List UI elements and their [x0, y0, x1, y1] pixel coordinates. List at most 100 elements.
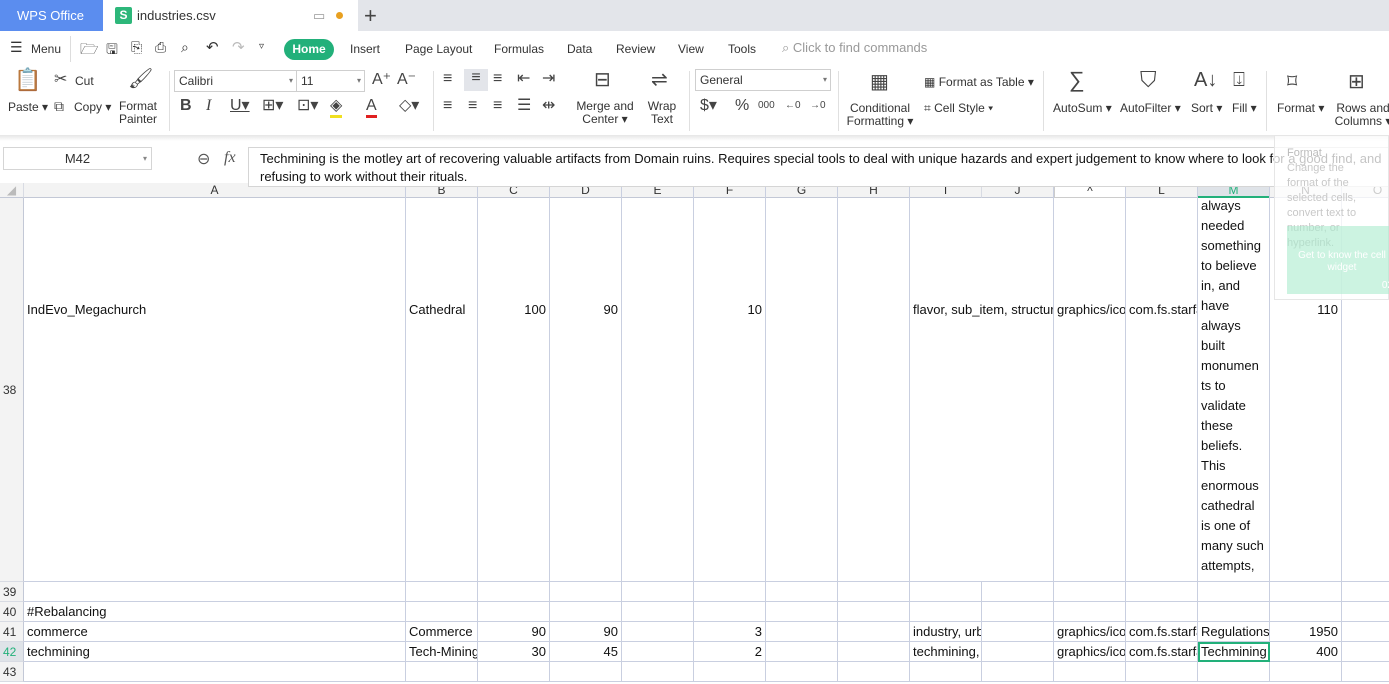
cell-F42[interactable]: 2 — [694, 642, 766, 662]
align-right-icon[interactable]: ≡ — [493, 97, 502, 115]
select-all-corner[interactable]: ◢ — [0, 183, 24, 198]
fill-color-icon[interactable]: ◈ — [330, 97, 343, 118]
print-preview-icon[interactable]: ⌕ — [181, 39, 189, 56]
cell-O41[interactable] — [1342, 622, 1389, 642]
cell-H43[interactable] — [838, 662, 910, 682]
align-center-icon[interactable]: ≡ — [468, 97, 477, 115]
cell-M43[interactable] — [1198, 662, 1270, 682]
cell-N43[interactable] — [1270, 662, 1342, 682]
cell-O39[interactable] — [1342, 582, 1389, 602]
cell-J39[interactable] — [982, 582, 1054, 602]
tab-review[interactable]: Review — [616, 42, 655, 56]
cell-K42[interactable]: graphics/icons — [1054, 642, 1126, 662]
formula-input[interactable]: Techmining is the motley art of recoveri… — [248, 147, 1389, 187]
cell-I43[interactable] — [910, 662, 982, 682]
cell-H39[interactable] — [838, 582, 910, 602]
decrease-decimal-icon[interactable]: →0 — [810, 97, 826, 115]
cell-L42[interactable]: com.fs.starfarer — [1126, 642, 1198, 662]
cell-H38[interactable] — [838, 183, 910, 582]
thousands-icon[interactable]: 000 — [758, 97, 775, 115]
cell-C40[interactable] — [478, 602, 550, 622]
autosum-button[interactable]: AutoSum ▾ — [1053, 102, 1112, 115]
cell-O42[interactable] — [1342, 642, 1389, 662]
new-tab-button[interactable]: + — [364, 3, 377, 29]
redo-icon[interactable]: ↷ — [232, 38, 245, 56]
open-icon[interactable]: 🗁 — [80, 39, 99, 64]
cell-A43[interactable] — [24, 662, 406, 682]
cell-F40[interactable] — [694, 602, 766, 622]
cell-D42[interactable]: 45 — [550, 642, 622, 662]
cell-A39[interactable] — [24, 582, 406, 602]
cell-L41[interactable]: com.fs.starfarer — [1126, 622, 1198, 642]
cell-D43[interactable] — [550, 662, 622, 682]
cell-K40[interactable] — [1054, 602, 1126, 622]
cell-J41[interactable] — [982, 622, 1054, 642]
name-box[interactable]: M42 ▾ — [3, 147, 152, 170]
font-color-icon[interactable]: A — [366, 97, 377, 118]
cell-E39[interactable] — [622, 582, 694, 602]
cell-O40[interactable] — [1342, 602, 1389, 622]
cell-N42[interactable]: 400 — [1270, 642, 1342, 662]
file-tab[interactable]: S industries.csv ▭ — [103, 0, 358, 31]
copy-button[interactable]: Copy ▾ — [74, 101, 111, 114]
bold-icon[interactable]: B — [180, 97, 192, 115]
cell-A40[interactable]: #Rebalancing — [24, 602, 406, 622]
cell-K38[interactable]: graphics/icons — [1054, 183, 1126, 582]
row-header-39[interactable]: 39 — [0, 582, 24, 602]
cell-D39[interactable] — [550, 582, 622, 602]
cell-M38[interactable]: always needed something to believe in, and ha… — [1198, 183, 1270, 582]
cell-D38[interactable]: 90 — [550, 183, 622, 582]
conditional-formatting-button[interactable]: Conditional Formatting ▾ — [845, 102, 915, 128]
cell-B42[interactable]: Tech-Mining — [406, 642, 478, 662]
clear-icon[interactable]: ◇▾ — [399, 97, 419, 115]
customize-chevron-icon[interactable]: ▿ — [259, 41, 264, 52]
cell-style-button[interactable]: ⌗ Cell Style ▾ — [924, 102, 993, 115]
cell-O43[interactable] — [1342, 662, 1389, 682]
spreadsheet-grid[interactable]: ◢ABCDEFGHIJ^LMNO38IndEvo_MegachurchCathe… — [0, 183, 1389, 684]
tab-formulas[interactable]: Formulas — [494, 42, 544, 56]
cell-K43[interactable] — [1054, 662, 1126, 682]
cell-F43[interactable] — [694, 662, 766, 682]
cell-B40[interactable] — [406, 602, 478, 622]
cell-G41[interactable] — [766, 622, 838, 642]
cell-E38[interactable] — [622, 183, 694, 582]
fill-button[interactable]: Fill ▾ — [1232, 102, 1257, 115]
format-cells-icon[interactable]: ⊡▾ — [297, 97, 318, 115]
fx-icon[interactable]: fx — [224, 149, 236, 167]
font-size-select[interactable]: 11 ▾ — [296, 70, 365, 92]
cell-E40[interactable] — [622, 602, 694, 622]
cell-J42[interactable] — [982, 642, 1054, 662]
cell-N39[interactable] — [1270, 582, 1342, 602]
tab-view[interactable]: View — [678, 42, 704, 56]
zoom-formula-icon[interactable]: ⊖ — [197, 149, 210, 169]
cell-A42[interactable]: techmining — [24, 642, 406, 662]
cell-A41[interactable]: commerce — [24, 622, 406, 642]
format-as-table-button[interactable]: ▦ Format as Table ▾ — [924, 76, 1034, 89]
undo-icon[interactable]: ↶ — [206, 38, 219, 56]
cell-G38[interactable] — [766, 183, 838, 582]
cell-L38[interactable]: com.fs.starfarer — [1126, 183, 1198, 582]
cell-M42[interactable]: Techmining — [1198, 642, 1270, 662]
cell-G43[interactable] — [766, 662, 838, 682]
cell-M41[interactable]: Regulations — [1198, 622, 1270, 642]
cell-B38[interactable]: Cathedral — [406, 183, 478, 582]
print-icon[interactable]: ⎙ — [155, 39, 166, 56]
decrease-font-icon[interactable]: A⁻ — [397, 71, 416, 89]
cell-C42[interactable]: 30 — [478, 642, 550, 662]
paste-button[interactable]: Paste ▾ — [8, 101, 48, 114]
increase-decimal-icon[interactable]: ←0 — [785, 97, 801, 115]
cell-E42[interactable] — [622, 642, 694, 662]
align-bottom-icon[interactable]: ≡ — [493, 70, 502, 88]
number-format-select[interactable]: General ▾ — [695, 69, 831, 91]
tab-tools[interactable]: Tools — [728, 42, 756, 56]
cell-N40[interactable] — [1270, 602, 1342, 622]
tab-page-layout[interactable]: Page Layout — [405, 42, 472, 56]
cell-D41[interactable]: 90 — [550, 622, 622, 642]
row-header-42[interactable]: 42 — [0, 642, 24, 662]
cell-H40[interactable] — [838, 602, 910, 622]
cell-B43[interactable] — [406, 662, 478, 682]
menu-button[interactable]: Menu — [31, 42, 61, 56]
cell-G42[interactable] — [766, 642, 838, 662]
cell-I39[interactable] — [910, 582, 982, 602]
cell-C43[interactable] — [478, 662, 550, 682]
